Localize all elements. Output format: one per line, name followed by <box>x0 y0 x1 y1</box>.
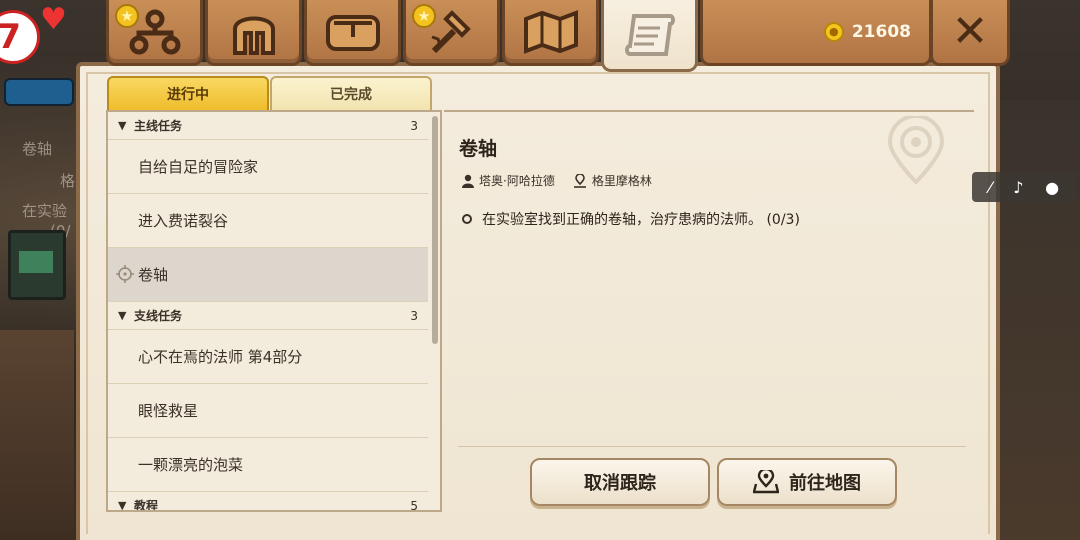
location-name: 格里摩格林 <box>591 174 652 188</box>
list-item[interactable]: 一颗漂亮的泡菜 <box>108 438 428 492</box>
category-count: 3 <box>410 118 418 133</box>
close-button[interactable]: ✕ <box>930 0 1010 66</box>
tab-party[interactable]: ★ <box>106 0 203 66</box>
scroll-icon <box>624 13 675 56</box>
quest-detail: 卷轴 塔奥·阿哈拉德 格里摩格林 在实验室找到正确的卷轴，治疗患病的法师。 (0… <box>444 110 974 512</box>
list-scrollbar[interactable] <box>432 116 438 344</box>
npc-name: 塔奥·阿哈拉德 <box>479 174 555 188</box>
category-side-quests[interactable]: ▼ 支线任务 3 <box>108 302 428 330</box>
category-main-quests[interactable]: ▼ 主线任务 3 <box>108 112 428 140</box>
quest-title: 卷轴 <box>459 138 498 160</box>
category-label: 教程 <box>134 499 159 512</box>
background-quest-line: 格 <box>60 172 76 190</box>
player-level-badge: 7 <box>0 10 40 64</box>
background-hud-bar <box>4 78 74 106</box>
category-tutorial[interactable]: ▼ 教程 5 <box>108 492 428 512</box>
button-label: 前往地图 <box>789 473 861 494</box>
map-pin-icon <box>573 173 586 188</box>
list-item[interactable]: 心不在焉的法师 第4部分 <box>108 330 428 384</box>
coin-icon: ● <box>823 21 844 42</box>
tab-equipment[interactable] <box>205 0 302 66</box>
quest-name: 一颗漂亮的泡菜 <box>138 456 244 474</box>
category-count: 5 <box>410 498 418 512</box>
background-monitor <box>8 230 66 300</box>
quest-list-content: ▼ 主线任务 3 自给自足的冒险家 进入费诺裂谷 卷轴 ▼ 支线任务 3 心不在… <box>108 112 428 512</box>
quest-list[interactable]: ▼ 主线任务 3 自给自足的冒险家 进入费诺裂谷 卷轴 ▼ 支线任务 3 心不在… <box>106 110 442 512</box>
target-icon <box>116 265 134 283</box>
map-icon <box>523 9 578 54</box>
quest-name: 自给自足的冒险家 <box>138 158 259 176</box>
tab-map[interactable] <box>502 0 599 66</box>
quest-objective: 在实验室找到正确的卷轴，治疗患病的法师。 (0/3) <box>462 209 800 229</box>
gold-display: ● 21608 <box>700 0 932 66</box>
star-badge-icon: ★ <box>412 4 436 28</box>
quest-name: 心不在焉的法师 第4部分 <box>138 348 303 366</box>
divider <box>458 446 966 447</box>
chat-widget[interactable]: ⁄ ♪ ● <box>972 172 1076 202</box>
cancel-tracking-button[interactable]: 取消跟踪 <box>530 458 710 506</box>
heart-icon: ♥ <box>40 2 67 37</box>
chevron-down-icon: ▼ <box>118 499 127 512</box>
background-wall <box>1000 100 1080 540</box>
objective-bullet-icon <box>462 214 472 224</box>
person-icon <box>462 174 474 188</box>
location-pin-watermark-icon <box>887 116 945 184</box>
tab-in-progress[interactable]: 进行中 <box>107 76 269 110</box>
chat-bubble-icon[interactable]: ● <box>1045 178 1059 197</box>
list-item[interactable]: 眼怪救星 <box>108 384 428 438</box>
category-label: 支线任务 <box>134 309 183 323</box>
quest-name: 卷轴 <box>138 266 169 284</box>
tab-quests[interactable] <box>601 0 698 72</box>
category-label: 主线任务 <box>134 119 183 133</box>
category-count: 3 <box>410 308 418 323</box>
quest-npc: 塔奥·阿哈拉德 <box>462 172 555 189</box>
helmet-icon <box>232 16 275 55</box>
bag-icon <box>325 14 380 51</box>
objective-text: 在实验室找到正确的卷轴，治疗患病的法师。 (0/3) <box>482 212 800 228</box>
background-floor <box>0 330 74 540</box>
quest-location: 格里摩格林 <box>573 172 652 189</box>
voice-off-icon[interactable]: ♪ <box>1013 178 1023 197</box>
background-quest-line: 在实验 <box>22 202 68 220</box>
list-item[interactable]: 进入费诺裂谷 <box>108 194 428 248</box>
quest-meta: 塔奥·阿哈拉德 格里摩格林 <box>462 172 670 189</box>
close-icon: ✕ <box>951 5 989 57</box>
mute-icon[interactable]: ⁄ <box>989 178 992 197</box>
menu-tabbar: ★ ★ ● 21608 ✕ <box>66 0 1014 72</box>
map-pin-icon <box>753 470 779 494</box>
background-quest-title: 卷轴 <box>22 140 53 158</box>
list-item[interactable]: 自给自足的冒险家 <box>108 140 428 194</box>
tab-completed[interactable]: 已完成 <box>270 76 432 110</box>
chevron-down-icon: ▼ <box>118 309 127 322</box>
button-label: 取消跟踪 <box>584 473 656 494</box>
list-item-selected[interactable]: 卷轴 <box>108 248 428 302</box>
chevron-down-icon: ▼ <box>118 119 127 132</box>
star-badge-icon: ★ <box>115 4 139 28</box>
quest-name: 进入费诺裂谷 <box>138 212 229 230</box>
tab-crafting[interactable]: ★ <box>403 0 500 66</box>
quest-name: 眼怪救星 <box>138 402 199 420</box>
tab-inventory[interactable] <box>304 0 401 66</box>
go-to-map-button[interactable]: 前往地图 <box>717 458 897 506</box>
gold-amount: 21608 <box>851 21 911 42</box>
